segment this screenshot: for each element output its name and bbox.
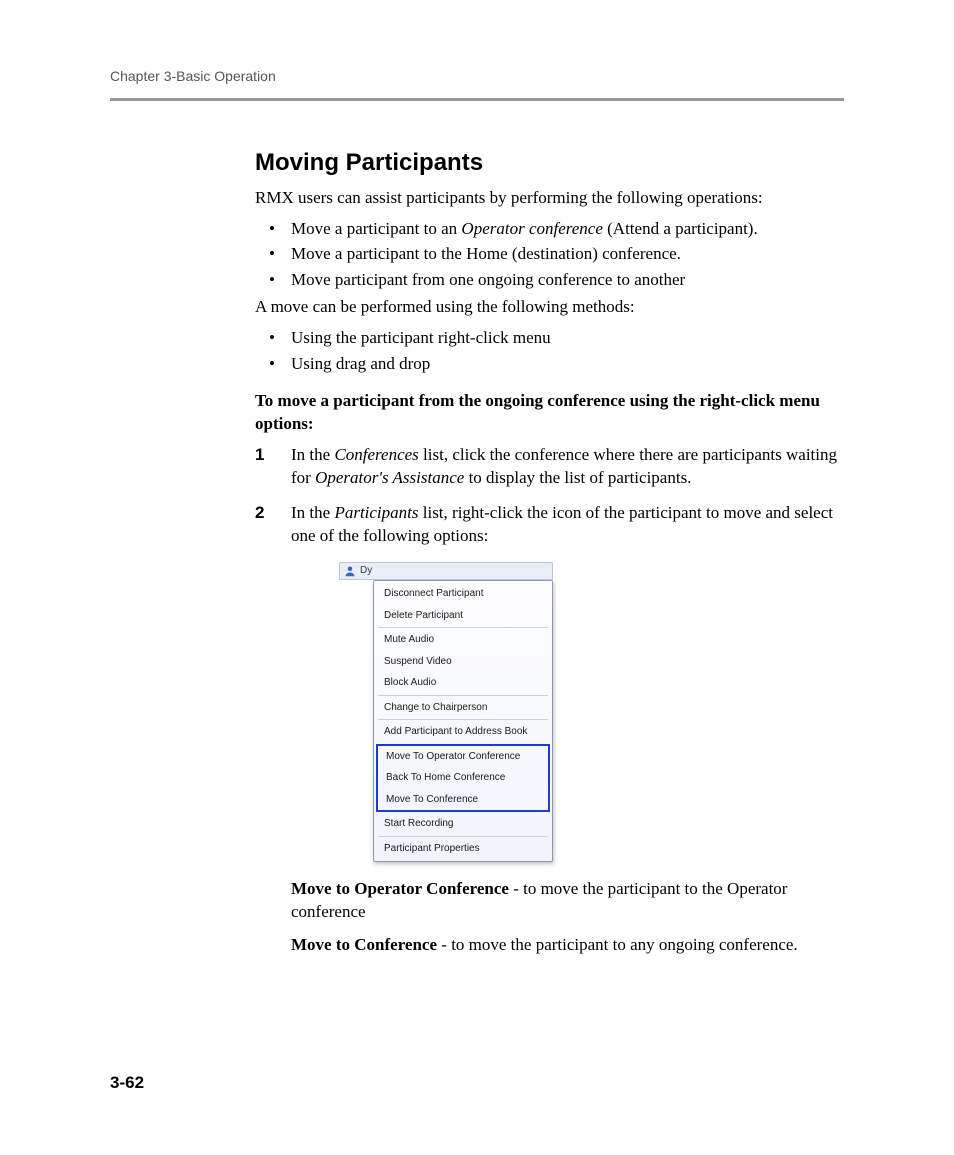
list-item: Move a participant to the Home (destinat… [255,241,844,267]
header-rule [110,98,844,101]
context-menu-figure: Dy Disconnect Participant Delete Partici… [339,562,553,862]
menu-separator [378,836,548,837]
text: In the [291,503,334,522]
methods-list: Using the participant right-click menu U… [255,325,844,376]
text-bold: Move to Operator Conference [291,879,509,898]
menu-separator [378,719,548,720]
list-item: Move participant from one ongoing confer… [255,267,844,293]
text: to display the list of participants. [464,468,691,487]
step-item: 2 In the Participants list, right-click … [255,502,844,957]
text-italic: Operator's Assistance [315,468,464,487]
step-number: 2 [255,502,264,525]
text-italic: Conferences [334,445,418,464]
menu-item-block-audio[interactable]: Block Audio [374,672,552,694]
text-bold: Move to Conference [291,935,437,954]
menu-item-suspend-video[interactable]: Suspend Video [374,651,552,673]
menu-item-start-recording[interactable]: Start Recording [374,813,552,835]
participant-icon [344,565,356,577]
page-number: 3-62 [110,1073,144,1093]
menu-item-delete[interactable]: Delete Participant [374,605,552,627]
menu-highlight-group: Move To Operator Conference Back To Home… [376,744,550,813]
list-item: Move a participant to an Operator confer… [255,216,844,242]
menu-item-mute-audio[interactable]: Mute Audio [374,629,552,651]
text: - to move the participant to any ongoing… [437,935,798,954]
menu-item-move-conference[interactable]: Move To Conference [378,789,548,811]
text: Move a participant to an [291,219,461,238]
menu-separator [378,695,548,696]
chapter-header: Chapter 3-Basic Operation [110,68,844,84]
operations-list: Move a participant to an Operator confer… [255,216,844,293]
step-item: 1 In the Conferences list, click the con… [255,444,844,490]
menu-item-add-address-book[interactable]: Add Participant to Address Book [374,721,552,743]
menu-separator [378,627,548,628]
participant-row-label: Dy [360,564,372,578]
text-italic: Operator conference [461,219,602,238]
instruction-heading: To move a participant from the ongoing c… [255,390,844,436]
page: Chapter 3-Basic Operation Moving Partici… [0,0,954,1155]
text: In the [291,445,334,464]
text-italic: Participants [334,503,418,522]
list-item: Using the participant right-click menu [255,325,844,351]
body: Moving Participants RMX users can assist… [255,149,844,957]
move-operator-description: Move to Operator Conference - to move th… [291,878,844,924]
text: (Attend a participant). [603,219,758,238]
context-menu: Disconnect Participant Delete Participan… [373,580,553,862]
menu-item-properties[interactable]: Participant Properties [374,838,552,860]
section-title: Moving Participants [255,149,844,177]
participant-row: Dy [339,562,553,580]
intro-paragraph: RMX users can assist participants by per… [255,187,844,210]
step-number: 1 [255,444,264,467]
steps-list: 1 In the Conferences list, click the con… [255,444,844,957]
move-conference-description: Move to Conference - to move the partici… [291,934,844,957]
list-item: Using drag and drop [255,351,844,377]
menu-item-disconnect[interactable]: Disconnect Participant [374,583,552,605]
menu-item-move-operator[interactable]: Move To Operator Conference [378,746,548,768]
menu-item-back-home[interactable]: Back To Home Conference [378,767,548,789]
menu-item-change-chairperson[interactable]: Change to Chairperson [374,697,552,719]
methods-intro: A move can be performed using the follow… [255,296,844,319]
